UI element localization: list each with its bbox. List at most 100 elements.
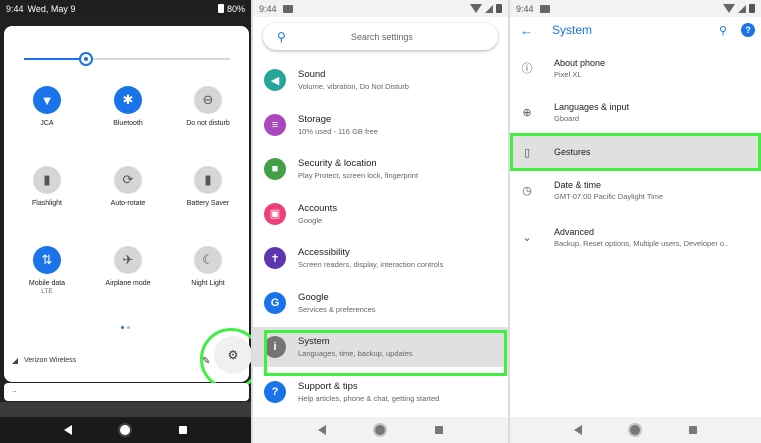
wifi-icon xyxy=(470,4,482,13)
system-item-advanced[interactable]: ⌄ Advanced Backup, Reset options, Multiple… xyxy=(510,215,761,259)
battery-percent: 80% xyxy=(226,3,245,14)
settings-item-security-location[interactable]: ■ Security & location Play Protect, screen… xyxy=(253,149,508,189)
item-subtitle: Google xyxy=(298,215,323,225)
wifi-icon: ▼ xyxy=(33,86,61,114)
qs-tile-mobile-data[interactable]: ⇅ Mobile data LTE xyxy=(7,246,87,295)
home-icon[interactable] xyxy=(630,425,641,435)
home-icon[interactable] xyxy=(375,425,386,435)
settings-item-accounts[interactable]: ▣ Accounts Google xyxy=(253,194,508,234)
status-bar: 9:44 xyxy=(510,0,761,17)
accessibility-icon: ✝ xyxy=(264,247,286,269)
airplane-icon: ✈ xyxy=(114,246,142,274)
settings-item-support-tips[interactable]: ? Support & tips Help articles, phone & ch… xyxy=(253,372,508,412)
settings-item-sound[interactable]: ◀ Sound Volume, vibration, Do Not Disturb xyxy=(253,60,508,100)
qs-tile-battery-saver[interactable]: ▮ Battery Saver xyxy=(168,166,248,207)
search-placeholder: Search settings xyxy=(350,31,413,42)
brightness-thumb[interactable] xyxy=(78,52,93,66)
status-time: 9:44 xyxy=(516,3,534,14)
tile-label: Airplane mode xyxy=(105,280,151,287)
clock-icon: ◷ xyxy=(522,184,532,197)
help-icon[interactable]: ? xyxy=(741,23,755,37)
status-bar: 9:44 xyxy=(253,0,508,17)
system-item-languages-input[interactable]: ⊕ Languages & input Gboard xyxy=(510,92,761,132)
mobile-data-icon: ⇅ xyxy=(33,246,61,274)
item-title: Security & location xyxy=(298,158,377,169)
status-time: 9:44 xyxy=(259,3,277,14)
recents-icon[interactable] xyxy=(435,426,444,434)
notification-text: .. xyxy=(12,385,17,394)
help-icon: ? xyxy=(264,380,286,403)
item-title: About phone xyxy=(554,57,606,68)
qs-tile-night-light[interactable]: ☾ Night Light xyxy=(168,246,248,287)
system-item-date-time[interactable]: ◷ Date & time GMT-07:00 Pacific Daylight T… xyxy=(510,170,761,210)
do-not-disturb-icon: ⊖ xyxy=(194,86,222,114)
qs-tile-flashlight[interactable]: ▮ Flashlight xyxy=(7,166,87,207)
signal-icon xyxy=(485,4,493,13)
qs-tile-auto-rotate[interactable]: ⟳ Auto-rotate xyxy=(88,166,168,207)
back-arrow-icon[interactable]: ← xyxy=(520,23,542,38)
settings-item-accessibility[interactable]: ✝ Accessibility Screen readers, display, i… xyxy=(253,238,508,278)
item-title: Support & tips xyxy=(298,380,358,392)
item-subtitle: Gboard xyxy=(554,113,580,123)
image-notification-icon xyxy=(282,4,293,13)
system-panel: 9:44 ← System ⚲ ? ⓘ About phone Pixel XL ⊕ L… xyxy=(510,0,761,443)
image-notification-icon xyxy=(539,4,550,13)
back-icon[interactable] xyxy=(64,425,73,435)
recents-icon[interactable] xyxy=(688,426,697,434)
qs-tile-do-not-disturb[interactable]: ⊖ Do not disturb xyxy=(168,86,248,127)
carrier-name: Verizon Wireless xyxy=(24,357,77,364)
item-subtitle: Backup, Reset options, Multiple users, D… xyxy=(554,238,729,248)
wifi-icon xyxy=(723,4,735,13)
chevron-down-icon: ⌄ xyxy=(522,231,532,244)
recents-icon[interactable] xyxy=(178,426,187,434)
settings-item-storage[interactable]: ≡ Storage 10% used - 116 GB free xyxy=(253,105,508,145)
page-title: System xyxy=(552,23,593,37)
notification-card[interactable]: .. xyxy=(4,383,249,401)
settings-panel: 9:44 ⚲ Search settings ◀ Sound Volume, vib… xyxy=(253,0,508,443)
search-icon[interactable]: ⚲ xyxy=(719,24,727,37)
app-bar: ← System ⚲ ? xyxy=(510,17,761,43)
nav-bar xyxy=(510,417,761,443)
quick-settings-panel: 9:44 Wed, May 9 80% ▼ JCA ✱ Bluetooth ⊖ Do no… xyxy=(0,0,251,443)
tile-sublabel: LTE xyxy=(41,288,53,295)
qs-tile-airplane-mode[interactable]: ✈ Airplane mode xyxy=(88,246,168,287)
qs-tile-bluetooth[interactable]: ✱ Bluetooth xyxy=(88,86,168,127)
item-title: Languages & input xyxy=(554,101,630,112)
carrier-info: Verizon Wireless xyxy=(12,357,76,364)
status-time: 9:44 xyxy=(6,3,24,14)
item-subtitle: Volume, vibration, Do Not Disturb xyxy=(298,82,409,91)
page-indicator xyxy=(121,326,130,329)
settings-item-google[interactable]: G Google Services & preferences xyxy=(253,283,508,323)
tile-label: Auto-rotate xyxy=(110,200,146,207)
qs-tile-jca[interactable]: ▼ JCA xyxy=(7,86,87,127)
flashlight-icon: ▮ xyxy=(33,166,61,194)
system-item-about-phone[interactable]: ⓘ About phone Pixel XL xyxy=(510,48,761,88)
item-title: Storage xyxy=(298,113,332,125)
wallpaper xyxy=(0,402,251,418)
tile-label: Do not disturb xyxy=(186,120,230,127)
home-icon[interactable] xyxy=(120,425,131,435)
signal-icon xyxy=(738,4,746,13)
quick-settings-sheet: ▼ JCA ✱ Bluetooth ⊖ Do not disturb ▮ Flashlight… xyxy=(4,26,249,382)
page-dot xyxy=(121,326,124,329)
battery-icon xyxy=(496,4,502,13)
auto-rotate-icon: ⟳ xyxy=(114,166,142,194)
search-bar[interactable]: ⚲ Search settings xyxy=(263,23,498,50)
google-icon: G xyxy=(264,291,286,314)
tile-label: Bluetooth xyxy=(113,120,143,127)
item-title: Date & time xyxy=(554,179,602,190)
back-icon[interactable] xyxy=(574,425,583,435)
back-icon[interactable] xyxy=(317,425,326,435)
item-subtitle: Help articles, phone & chat, getting sta… xyxy=(298,393,440,403)
brightness-slider[interactable] xyxy=(24,52,230,66)
tile-label: Night Light xyxy=(191,280,225,287)
item-subtitle: Pixel XL xyxy=(554,69,582,79)
signal-icon xyxy=(12,357,18,364)
accounts-icon: ▣ xyxy=(264,202,286,225)
item-title: Accessibility xyxy=(298,247,350,258)
item-subtitle: 10% used - 116 GB free xyxy=(298,126,378,136)
night-light-icon: ☾ xyxy=(194,246,222,274)
battery-icon xyxy=(749,4,755,13)
globe-icon: ⊕ xyxy=(522,106,532,119)
nav-bar xyxy=(253,417,508,443)
